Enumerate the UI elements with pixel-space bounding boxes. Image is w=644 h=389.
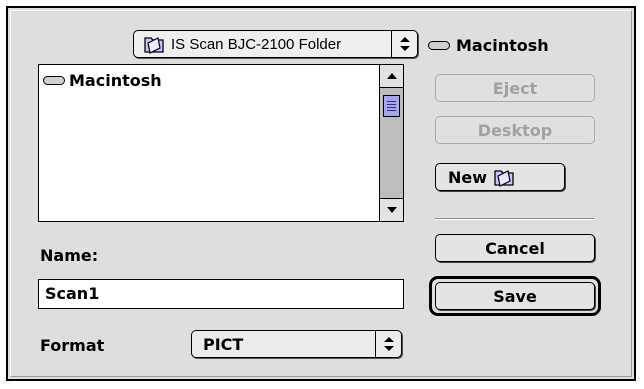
separator [435,218,595,220]
disk-icon [428,40,450,50]
format-label: Format [40,336,105,355]
folder-popup-label: IS Scan BJC-2100 Folder [171,35,342,53]
desktop-button[interactable]: Desktop [435,116,595,144]
scroll-up-arrow-icon[interactable] [380,65,403,88]
popup-arrows-icon [391,31,417,57]
folder-icon [493,167,515,187]
folder-icon [143,34,165,54]
volume-indicator: Macintosh [428,34,549,56]
format-popup[interactable]: PICT [191,330,402,358]
scrollbar[interactable] [379,65,403,221]
save-dialog: IS Scan BJC-2100 Folder Macintosh Macint… [6,6,636,381]
popup-arrows-icon [375,331,401,357]
volume-label: Macintosh [456,35,549,55]
scroll-thumb[interactable] [383,95,400,117]
new-folder-button[interactable]: New [435,163,565,191]
list-item[interactable]: Macintosh [43,69,162,91]
new-folder-label: New [448,167,488,187]
scroll-down-arrow-icon[interactable] [380,198,403,221]
save-button[interactable]: Save [435,282,595,310]
list-item-label: Macintosh [69,70,162,90]
name-input[interactable]: Scan1 [38,279,404,309]
disk-icon [43,75,65,85]
folder-popup[interactable]: IS Scan BJC-2100 Folder [133,30,418,58]
cancel-button[interactable]: Cancel [435,234,595,262]
name-label: Name: [40,246,99,265]
file-list[interactable]: Macintosh [38,64,404,222]
eject-button[interactable]: Eject [435,74,595,102]
format-popup-value: PICT [203,334,244,354]
